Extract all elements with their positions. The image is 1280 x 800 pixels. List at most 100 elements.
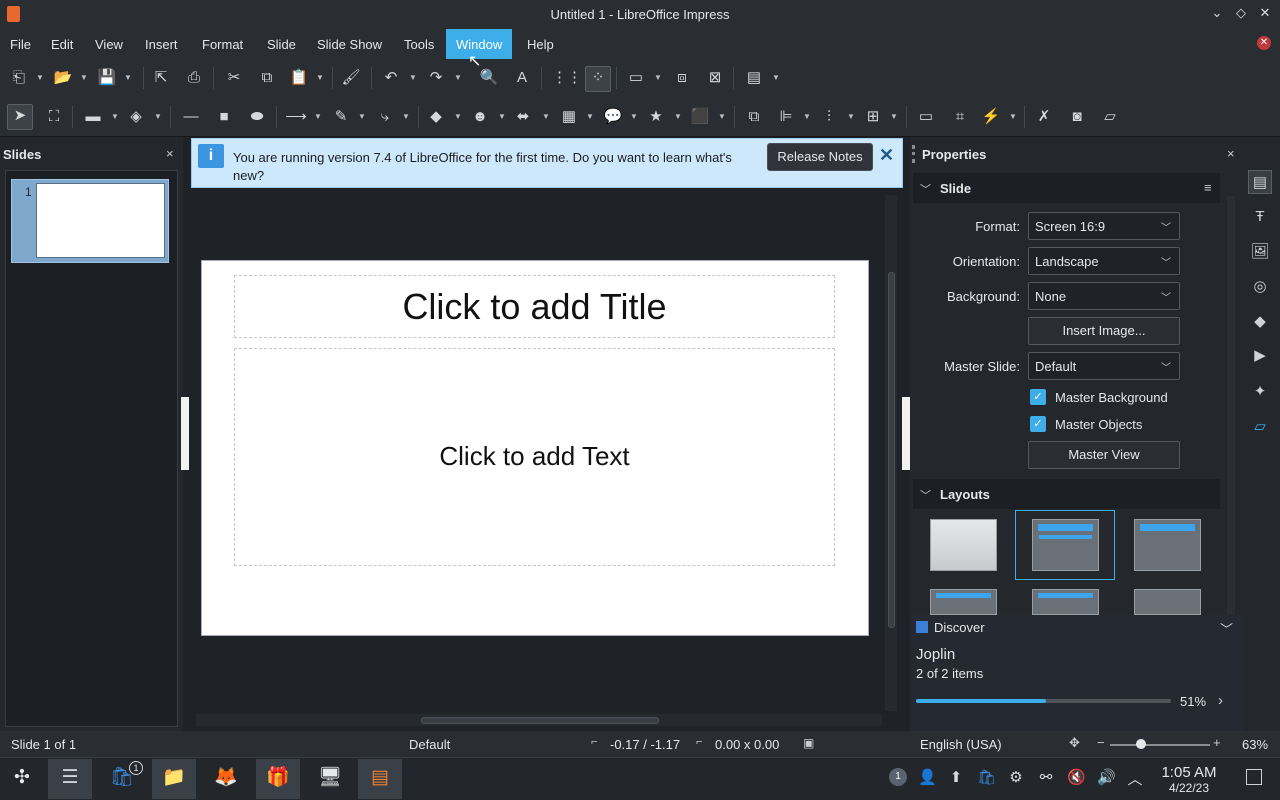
display-grid-icon[interactable]: ⋮⋮ bbox=[552, 67, 582, 89]
content-placeholder[interactable]: Click to add Text bbox=[234, 348, 835, 566]
release-notes-button[interactable]: Release Notes bbox=[767, 143, 873, 171]
line-color-icon[interactable]: ▬ bbox=[82, 106, 104, 128]
rectangle-icon[interactable]: ■ bbox=[213, 106, 235, 128]
save-icon[interactable]: 💾 bbox=[96, 67, 118, 89]
layout-title-content[interactable] bbox=[1032, 519, 1099, 571]
menu-file[interactable]: File bbox=[0, 29, 41, 59]
fit-slide-icon[interactable]: ✥ bbox=[1069, 735, 1080, 751]
close-window-icon[interactable]: ✕ bbox=[1256, 5, 1274, 23]
chevron-down-icon[interactable]: ▼ bbox=[542, 106, 550, 128]
volume-icon[interactable]: 🔊 bbox=[1097, 768, 1116, 788]
menu-help[interactable]: Help bbox=[517, 29, 564, 59]
close-document-icon[interactable]: ✕ bbox=[1257, 36, 1271, 50]
menu-slide-show[interactable]: Slide Show bbox=[307, 29, 392, 59]
gallery-tab-icon[interactable]: 🖼 bbox=[1248, 240, 1272, 264]
print-icon[interactable]: ⎙ bbox=[183, 67, 205, 89]
arrow-line-icon[interactable]: ⟶ bbox=[285, 106, 307, 128]
infobar-close-icon[interactable]: ✕ bbox=[879, 145, 897, 167]
menu-slide[interactable]: Slide bbox=[257, 29, 306, 59]
format-select[interactable]: Screen 16:9 ﹀ bbox=[1028, 212, 1180, 240]
chevron-down-icon[interactable]: ▼ bbox=[847, 106, 855, 128]
chevron-down-icon[interactable]: ﹀ bbox=[920, 487, 931, 503]
callouts-icon[interactable]: 💬 bbox=[602, 106, 624, 128]
transformations-icon[interactable]: ⧉ bbox=[743, 106, 765, 128]
arrange-icon[interactable]: ⫶ bbox=[818, 106, 840, 128]
chevron-down-icon[interactable]: ﹀ bbox=[1220, 619, 1233, 638]
toggle-extrusion-icon[interactable]: ✗ bbox=[1033, 106, 1055, 128]
curve-icon[interactable]: ✎ bbox=[330, 106, 352, 128]
zoom-slider-thumb[interactable] bbox=[1136, 739, 1146, 749]
chevron-down-icon[interactable]: ▼ bbox=[111, 106, 119, 128]
mic-muted-icon[interactable]: 🔇 bbox=[1067, 768, 1086, 788]
menu-tools[interactable]: Tools bbox=[394, 29, 444, 59]
chevron-down-icon[interactable]: ▼ bbox=[654, 67, 662, 89]
flowchart-icon[interactable]: ▦ bbox=[558, 106, 580, 128]
zoom-in-icon[interactable]: + bbox=[1213, 735, 1221, 750]
ellipse-icon[interactable]: ⬬ bbox=[246, 106, 268, 128]
background-select[interactable]: None ﹀ bbox=[1028, 282, 1180, 310]
clone-formatting-icon[interactable]: 🖌 bbox=[340, 67, 362, 89]
chevron-down-icon[interactable]: ▼ bbox=[1009, 106, 1017, 128]
discover-tray-icon[interactable]: 🛍 bbox=[977, 768, 996, 788]
stars-icon[interactable]: ★ bbox=[645, 106, 667, 128]
maximize-icon[interactable]: ◇ bbox=[1232, 5, 1250, 23]
orientation-select[interactable]: Landscape ﹀ bbox=[1028, 247, 1180, 275]
file-manager-icon[interactable]: 📁 bbox=[152, 759, 196, 799]
delete-slide-icon[interactable]: ⊠ bbox=[704, 67, 726, 89]
menu-insert[interactable]: Insert bbox=[135, 29, 188, 59]
slides-close-icon[interactable]: × bbox=[166, 146, 174, 161]
fill-color-icon[interactable]: ◈ bbox=[125, 106, 147, 128]
distribute-icon[interactable]: ⊞ bbox=[862, 106, 884, 128]
master-objects-checkbox[interactable]: ✓ bbox=[1030, 416, 1046, 432]
navigator-tab-icon[interactable]: ◎ bbox=[1248, 275, 1272, 299]
menu-edit[interactable]: Edit bbox=[41, 29, 83, 59]
animation-tab-icon[interactable]: ✦ bbox=[1248, 380, 1272, 404]
image-map-icon[interactable]: ◙ bbox=[1066, 106, 1088, 128]
duplicate-slide-icon[interactable]: ⧈ bbox=[671, 67, 693, 89]
screenshot-app-icon[interactable]: 🖥 bbox=[308, 759, 352, 799]
chevron-down-icon[interactable]: ▼ bbox=[630, 106, 638, 128]
line-icon[interactable]: — bbox=[180, 106, 202, 128]
chevron-down-icon[interactable]: ▼ bbox=[890, 106, 898, 128]
styles-tab-icon[interactable]: Ŧ bbox=[1248, 205, 1272, 229]
layout-two-content[interactable] bbox=[930, 589, 997, 615]
chevron-down-icon[interactable]: ▼ bbox=[674, 106, 682, 128]
chevron-down-icon[interactable]: ▼ bbox=[803, 106, 811, 128]
new-slide-icon[interactable]: ▭ bbox=[625, 67, 647, 89]
show-desktop-icon[interactable] bbox=[1246, 769, 1262, 785]
chevron-down-icon[interactable]: ▼ bbox=[586, 106, 594, 128]
language-status[interactable]: English (USA) bbox=[920, 737, 1002, 752]
zoom-slider-track[interactable] bbox=[1110, 744, 1210, 746]
master-view-button[interactable]: Master View bbox=[1028, 441, 1180, 469]
notifications-badge[interactable]: 1 bbox=[889, 768, 907, 786]
chevron-down-icon[interactable]: ▼ bbox=[772, 67, 780, 89]
new-document-icon[interactable]: ⎗ bbox=[8, 67, 30, 89]
section-menu-icon[interactable]: ≡ bbox=[1204, 180, 1212, 195]
basic-shapes-icon[interactable]: ◆ bbox=[425, 106, 447, 128]
document-modified-icon[interactable]: ▣ bbox=[803, 736, 814, 750]
app-launcher-icon[interactable]: ✣ bbox=[0, 759, 44, 799]
kde-connect-icon[interactable]: ⚙ bbox=[1007, 768, 1025, 788]
chevron-down-icon[interactable]: ▼ bbox=[498, 106, 506, 128]
settings-app-icon[interactable]: ☰ bbox=[48, 759, 92, 799]
copy-icon[interactable]: ⧉ bbox=[256, 67, 278, 89]
layout-title-only[interactable] bbox=[1134, 519, 1201, 571]
chevron-down-icon[interactable]: ▼ bbox=[409, 67, 417, 89]
shapes-tab-icon[interactable]: ◆ bbox=[1248, 310, 1272, 334]
helplines-icon[interactable]: ⁘ bbox=[585, 66, 611, 92]
chevron-down-icon[interactable]: ▼ bbox=[36, 67, 44, 89]
chevron-down-icon[interactable]: ▼ bbox=[454, 67, 462, 89]
layout-centered-text[interactable] bbox=[1032, 589, 1099, 615]
layout-title-content-2[interactable] bbox=[1134, 589, 1201, 615]
cut-icon[interactable]: ✂ bbox=[223, 67, 245, 89]
connector-icon[interactable]: ⤷ bbox=[374, 106, 396, 128]
undo-icon[interactable]: ↶ bbox=[380, 67, 402, 89]
filter-icon[interactable]: ⚡ bbox=[980, 106, 1002, 128]
menu-format[interactable]: Format bbox=[192, 29, 253, 59]
master-background-checkbox[interactable]: ✓ bbox=[1030, 389, 1046, 405]
slide-layout-icon[interactable]: ▤ bbox=[743, 67, 765, 89]
minimize-icon[interactable]: ⌄ bbox=[1208, 5, 1226, 23]
block-arrows-icon[interactable]: ⬌ bbox=[512, 106, 534, 128]
user-icon[interactable]: 👤 bbox=[918, 768, 937, 788]
select-pointer-icon[interactable]: ➤ bbox=[7, 104, 33, 130]
